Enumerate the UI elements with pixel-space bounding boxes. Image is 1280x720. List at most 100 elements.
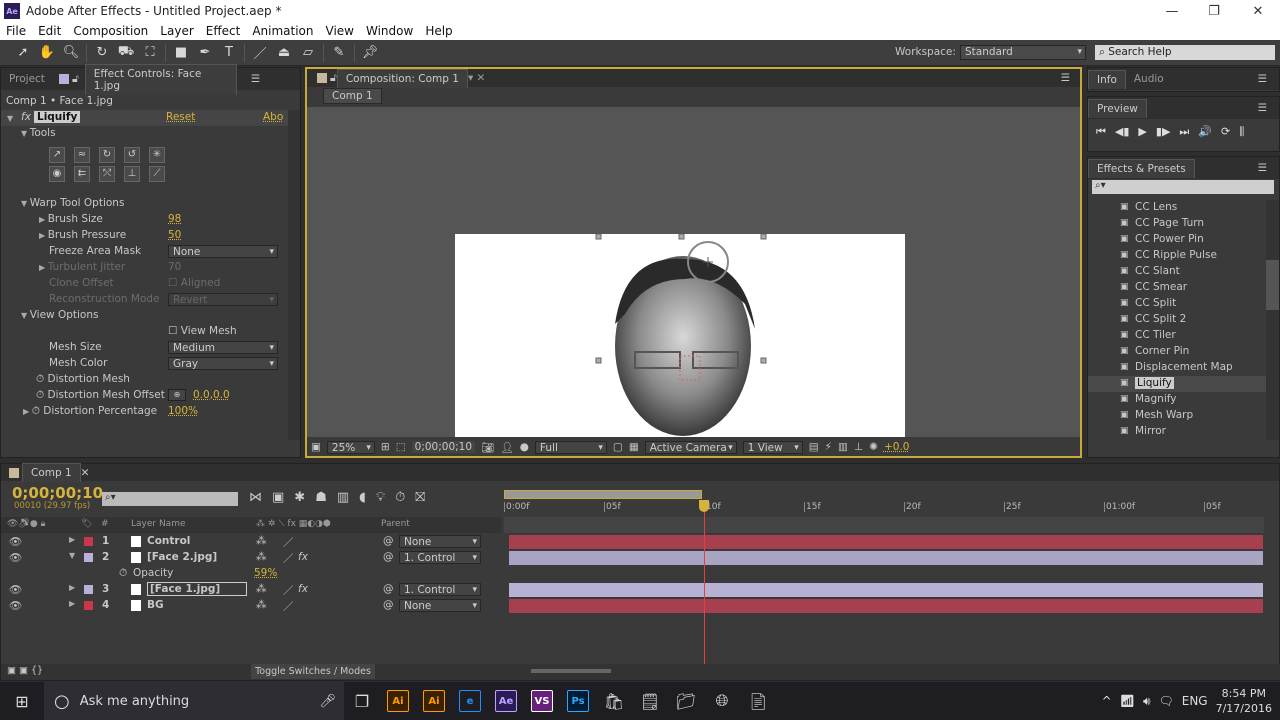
tab-timeline-comp[interactable]: Comp 1 [22,463,81,482]
reset-link[interactable]: Reset [166,111,195,123]
quality-switch-icon[interactable]: ／ [283,551,294,566]
graph-editor-icon[interactable]: ⛝ [415,490,425,505]
shy-switch-icon[interactable]: ⁂ [256,551,267,563]
flowchart-icon[interactable]: ⊥ [854,441,863,453]
tab-effects-presets[interactable]: Effects & Presets [1088,158,1195,178]
color-channels-icon[interactable]: ● [520,441,529,453]
tab-audio[interactable]: Audio [1126,70,1172,88]
collapse-triangle-icon[interactable]: ▼ [21,311,30,320]
frame-blending-icon[interactable]: ▥ [337,490,349,505]
exposure-value[interactable]: +0.0 [884,441,910,453]
sticky-notes-icon[interactable]: 🗒︎ [632,682,668,720]
layer-name[interactable]: [Face 1.jpg] [147,582,247,596]
show-hidden-icons[interactable]: ^ [1102,694,1112,708]
file-explorer-icon[interactable]: 📁︎ [668,682,704,720]
menu-help[interactable]: Help [425,24,452,38]
layer-row[interactable]: 👁︎ ▶ 1 Control ⁂ ／ @ None [1,534,501,550]
twirl-ccw-tool-icon[interactable]: ↺ [124,147,140,163]
clone-tool-icon[interactable]: ⊥ [124,166,140,182]
menu-animation[interactable]: Animation [252,24,313,38]
draft-3d-icon[interactable]: ✱ [294,490,305,505]
effect-item[interactable]: ▣ CC Split [1088,296,1266,312]
effect-item[interactable]: ▣ Corner Pin [1088,344,1266,360]
distortion-percentage-value[interactable]: 100% [168,405,198,417]
action-center-icon[interactable]: 🗨︎ [1159,694,1174,708]
effect-item[interactable]: ▣ Liquify [1088,376,1266,392]
taskbar-app-ae[interactable]: Ae [488,682,524,720]
fx-switch-icon[interactable]: fx [298,583,308,595]
timeline-icon[interactable]: ▥ [838,441,848,453]
live-update-icon[interactable]: ▣ [272,490,284,505]
expand-triangle-icon[interactable]: ▶ [23,407,32,416]
footer-icons[interactable]: ▣ ▣ {} [7,665,43,676]
reflection-tool-icon[interactable]: ⤲ [99,166,115,182]
mask-visibility-icon[interactable]: ⬚ [396,441,406,453]
comp-navigator-button[interactable]: Comp 1 [323,88,382,104]
play-icon[interactable]: ▶ [1138,125,1146,139]
effect-item[interactable]: ▣ Mirror [1088,424,1266,440]
eraser-tool-icon[interactable]: ▱ [299,44,317,62]
fx-icon[interactable]: fx [21,111,31,123]
current-time-display[interactable]: 0;00;00;10 [411,441,476,453]
close-button[interactable]: ✕ [1236,0,1280,22]
puppet-pin-tool-icon[interactable]: 📌︎ [361,44,379,62]
lock-icon[interactable]: 🔓︎ [72,73,79,86]
zoom-slider[interactable] [531,669,611,673]
shy-switch-icon[interactable]: ⁂ [256,583,267,595]
network-icon[interactable]: 📶︎ [1120,694,1135,708]
reconstruction-tool-icon[interactable]: ⟋ [149,166,165,182]
playhead-handle[interactable] [699,500,709,512]
collapse-triangle-icon[interactable]: ▼ [69,551,75,560]
taskbar-app-ps[interactable]: Ps [560,682,596,720]
fx-switch-icon[interactable]: fx [298,551,308,563]
audio-icon[interactable]: 🔊 [1198,125,1212,139]
safe-margins-icon[interactable]: ⊞ [381,441,390,453]
toggle-pixel-aspect-icon[interactable]: ▤ [809,441,819,453]
parent-select[interactable]: 1. Control [399,583,481,596]
eye-icon[interactable]: 👁︎ [9,535,22,548]
menu-layer[interactable]: Layer [160,24,193,38]
twirl-cw-tool-icon[interactable]: ↻ [99,147,115,163]
selection-tool-icon[interactable]: ➚ [14,44,32,62]
quality-switch-icon[interactable]: ／ [283,535,294,550]
distortion-offset-value[interactable]: 0.0,0.0 [193,389,230,401]
mesh-size-select[interactable]: Medium [168,341,278,354]
brainstorm-icon[interactable]: 💡︎ [376,490,385,505]
auto-keyframe-icon[interactable]: ⏱ [395,490,405,505]
lock-icon[interactable]: 🔓︎ [330,72,337,85]
label-color[interactable] [84,601,93,610]
panel-menu-icon[interactable]: ☰ [1258,102,1267,114]
pickwhip-icon[interactable]: @ [383,599,394,611]
hand-tool-icon[interactable]: ✋ [38,44,56,62]
task-view-icon[interactable]: ❐ [344,682,380,720]
brush-size-value[interactable]: 98 [168,213,181,225]
mesh-color-select[interactable]: Gray [168,357,278,370]
tab-effect-controls[interactable]: Effect Controls: Face 1.jpg [84,63,237,95]
volume-icon[interactable]: 🔊︎ [1143,694,1151,709]
toggle-switches-modes-button[interactable]: Toggle Switches / Modes [251,664,375,679]
effect-item[interactable]: ▣ Magnify [1088,392,1266,408]
restore-button[interactable]: ❐ [1192,0,1236,22]
eye-icon[interactable]: 👁︎ [9,551,22,564]
effect-item[interactable]: ▣ CC Power Pin [1088,232,1266,248]
menu-edit[interactable]: Edit [38,24,61,38]
shift-pixels-tool-icon[interactable]: ⇇ [74,166,90,182]
rectangle-tool-icon[interactable]: ■ [172,44,190,62]
taskbar-app-e[interactable]: e [452,682,488,720]
tab-preview[interactable]: Preview [1088,98,1147,118]
store-icon[interactable]: 🛍︎ [596,682,632,720]
effect-item[interactable]: ▣ CC Page Turn [1088,216,1266,232]
scrollbar[interactable] [288,110,300,440]
taskbar-app-ai[interactable]: Ai [416,682,452,720]
timeline-timecode[interactable]: 0;00;00;10 [12,484,103,502]
collapse-triangle-icon[interactable]: ▼ [7,114,13,123]
about-link[interactable]: Abo [263,111,283,123]
rotation-tool-icon[interactable]: ↻ [93,44,111,62]
stopwatch-icon[interactable]: ⏱ [36,373,48,385]
menu-file[interactable]: File [6,24,26,38]
effect-item[interactable]: ▣ CC Lens [1088,200,1266,216]
exposure-reset-icon[interactable]: ✺ [869,441,878,453]
scrollbar-thumb[interactable] [1266,260,1279,310]
ram-preview-icon[interactable]: ⫼ [1239,125,1244,139]
layer-search-input[interactable]: ⌕▾ [102,492,238,506]
